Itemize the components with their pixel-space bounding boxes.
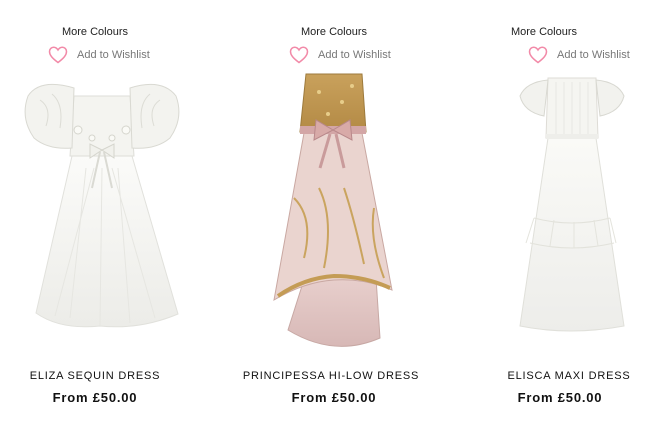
heart-icon xyxy=(289,46,309,64)
product-price: From £50.00 xyxy=(517,390,603,405)
add-to-wishlist-button[interactable]: Add to Wishlist xyxy=(289,45,391,65)
more-colours-link[interactable]: More Colours xyxy=(434,26,654,38)
product-name[interactable]: PRINCIPESSA HI-LOW DRESS xyxy=(221,370,441,382)
pink-gold-dress-image xyxy=(273,73,393,347)
product-card[interactable]: More Colours Add to Wishlist xyxy=(464,0,662,432)
more-colours-link[interactable]: More Colours xyxy=(0,26,205,38)
wishlist-label: Add to Wishlist xyxy=(77,49,150,61)
add-to-wishlist-button[interactable]: Add to Wishlist xyxy=(528,45,630,65)
product-image[interactable] xyxy=(464,68,662,358)
more-colours-link[interactable]: More Colours xyxy=(224,26,444,38)
product-price: From £50.00 xyxy=(291,390,377,405)
product-grid: More Colours Add to Wishlist ELIZA SEQUI… xyxy=(0,0,662,432)
wishlist-label: Add to Wishlist xyxy=(557,49,630,61)
product-name[interactable]: ELISCA MAXI DRESS xyxy=(459,370,662,382)
add-to-wishlist-button[interactable]: Add to Wishlist xyxy=(48,45,150,65)
product-image[interactable] xyxy=(0,68,220,358)
white-maxi-dress-image xyxy=(519,77,625,332)
product-image[interactable] xyxy=(224,68,444,358)
white-dress-image xyxy=(24,83,180,328)
product-card[interactable]: More Colours Add to Wishlist xyxy=(224,0,444,432)
wishlist-label: Add to Wishlist xyxy=(318,49,391,61)
product-price: From £50.00 xyxy=(52,390,138,405)
heart-icon xyxy=(48,46,68,64)
heart-icon xyxy=(528,46,548,64)
product-name[interactable]: ELIZA SEQUIN DRESS xyxy=(0,370,205,382)
product-card[interactable]: More Colours Add to Wishlist xyxy=(0,0,220,432)
